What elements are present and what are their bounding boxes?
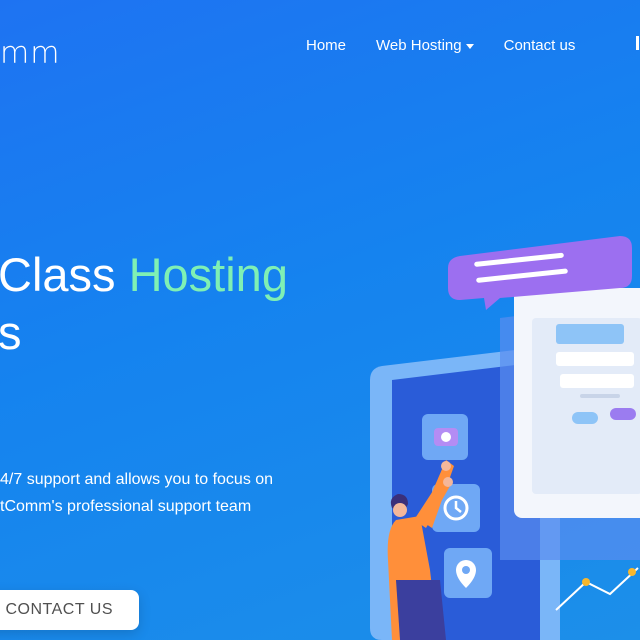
hero-title-accent: Hosting bbox=[128, 248, 288, 301]
hero-title-line2: s bbox=[0, 306, 22, 359]
nav-web-hosting[interactable]: Web Hosting bbox=[376, 36, 474, 56]
form-field-1 bbox=[556, 324, 624, 344]
form-button-2 bbox=[610, 408, 636, 420]
hero-title: Class Hosting s bbox=[0, 246, 288, 362]
hero-description-line2: tComm's professional support team bbox=[0, 498, 252, 515]
form-button-1 bbox=[572, 412, 598, 424]
location-pin-icon bbox=[444, 548, 492, 598]
form-field-2 bbox=[556, 352, 634, 366]
nav-item-cutoff[interactable] bbox=[636, 36, 639, 50]
form-field-4 bbox=[580, 394, 620, 398]
nav-web-hosting-label: Web Hosting bbox=[376, 37, 462, 54]
main-nav: Home Web Hosting Contact us bbox=[306, 36, 575, 56]
camera-icon bbox=[422, 414, 468, 460]
caret-down-icon bbox=[465, 43, 474, 49]
brand-logo[interactable]: mm bbox=[0, 34, 60, 74]
nav-contact-us[interactable]: Contact us bbox=[504, 36, 576, 56]
contact-us-button[interactable]: CONTACT US bbox=[0, 590, 139, 630]
form-card-inner bbox=[532, 318, 640, 494]
form-field-3 bbox=[560, 374, 634, 388]
hero-description: 4/7 support and allows you to focus on t… bbox=[0, 466, 273, 520]
hosting-illustration bbox=[370, 236, 640, 640]
nav-home[interactable]: Home bbox=[306, 36, 346, 56]
hero-section: mm Home Web Hosting Contact us Class Hos… bbox=[0, 0, 640, 640]
hero-description-line1: 4/7 support and allows you to focus on bbox=[0, 471, 274, 488]
growth-chart-icon bbox=[555, 567, 639, 611]
hero-title-part1: Class bbox=[0, 248, 129, 301]
